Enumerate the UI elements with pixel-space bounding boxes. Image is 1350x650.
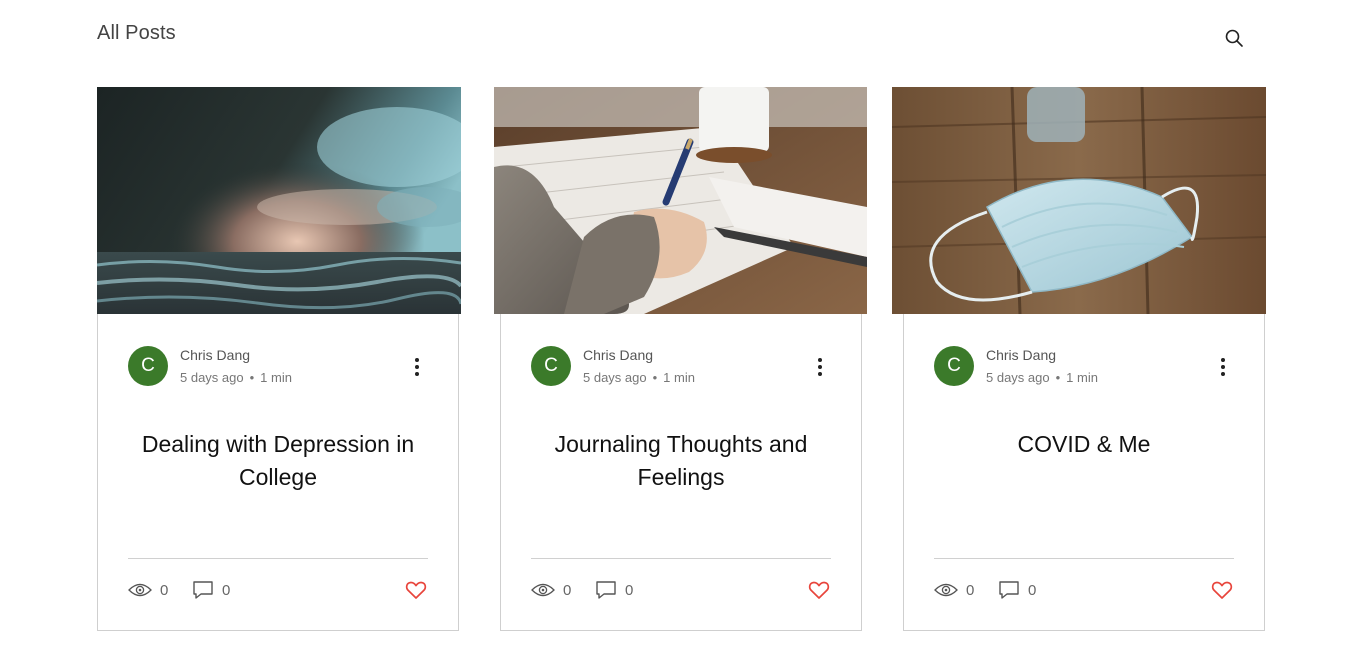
post-stats: 0 0 [934,578,1234,602]
divider [128,558,428,559]
post-date: 5 days ago [583,370,647,385]
meta-separator: • [652,370,658,385]
stormy-sea-photo [97,87,461,314]
more-vertical-icon [1221,358,1225,376]
eye-icon [531,583,555,597]
author-name[interactable]: Chris Dang [583,347,653,363]
post-meta: 5 days ago • 1 min [180,370,292,385]
post-card[interactable]: C Chris Dang 5 days ago • 1 min COVID & Me [892,87,1266,631]
heart-icon [405,581,427,599]
divider [531,558,831,559]
search-icon [1225,29,1243,47]
meta-separator: • [1055,370,1061,385]
post-card[interactable]: C Chris Dang 5 days ago • 1 min Journaling… [494,87,867,631]
comments-value: 0 [1028,581,1037,599]
comments-value: 0 [625,581,634,599]
divider [934,558,1234,559]
writing-journal-photo [494,87,867,314]
page-title: All Posts [97,22,176,44]
post-cover-image[interactable] [494,87,867,314]
post-cover-image[interactable] [892,87,1266,314]
views-count: 0 [531,578,571,602]
avatar[interactable]: C [531,346,571,386]
comments-count[interactable]: 0 [192,578,230,602]
avatar[interactable]: C [934,346,974,386]
post-date: 5 days ago [180,370,244,385]
post-date: 5 days ago [986,370,1050,385]
author-row: C Chris Dang 5 days ago • 1 min [934,346,1234,388]
comments-count[interactable]: 0 [595,578,633,602]
search-button[interactable] [1222,26,1246,50]
eye-icon [128,583,152,597]
avatar[interactable]: C [128,346,168,386]
read-time: 1 min [1066,370,1098,385]
comments-count[interactable]: 0 [998,578,1036,602]
comments-value: 0 [222,581,231,599]
post-title[interactable]: COVID & Me [928,428,1240,461]
like-button[interactable] [1210,578,1234,602]
more-vertical-icon [818,358,822,376]
author-name[interactable]: Chris Dang [986,347,1056,363]
heart-icon [808,581,830,599]
blog-page: All Posts C Chris Dang 5 days ago • 1 mi… [0,0,1350,650]
post-meta: 5 days ago • 1 min [583,370,695,385]
post-title[interactable]: Journaling Thoughts and Feelings [525,428,837,494]
heart-icon [1211,581,1233,599]
read-time: 1 min [663,370,695,385]
comment-icon [596,581,616,599]
author-row: C Chris Dang 5 days ago • 1 min [128,346,428,388]
views-value: 0 [160,581,169,599]
views-value: 0 [563,581,572,599]
like-button[interactable] [404,578,428,602]
post-stats: 0 0 [531,578,831,602]
face-mask-photo [892,87,1266,314]
more-actions-button[interactable] [406,356,428,378]
post-cover-image[interactable] [97,87,461,314]
post-meta: 5 days ago • 1 min [986,370,1098,385]
eye-icon [934,583,958,597]
views-count: 0 [128,578,168,602]
more-vertical-icon [415,358,419,376]
post-stats: 0 0 [128,578,428,602]
author-row: C Chris Dang 5 days ago • 1 min [531,346,831,388]
views-count: 0 [934,578,974,602]
read-time: 1 min [260,370,292,385]
comment-icon [999,581,1019,599]
comment-icon [193,581,213,599]
meta-separator: • [249,370,255,385]
more-actions-button[interactable] [809,356,831,378]
author-name[interactable]: Chris Dang [180,347,250,363]
like-button[interactable] [807,578,831,602]
post-title[interactable]: Dealing with Depression in College [122,428,434,494]
post-card[interactable]: C Chris Dang 5 days ago • 1 min Dealing wi… [97,87,461,631]
more-actions-button[interactable] [1212,356,1234,378]
views-value: 0 [966,581,975,599]
